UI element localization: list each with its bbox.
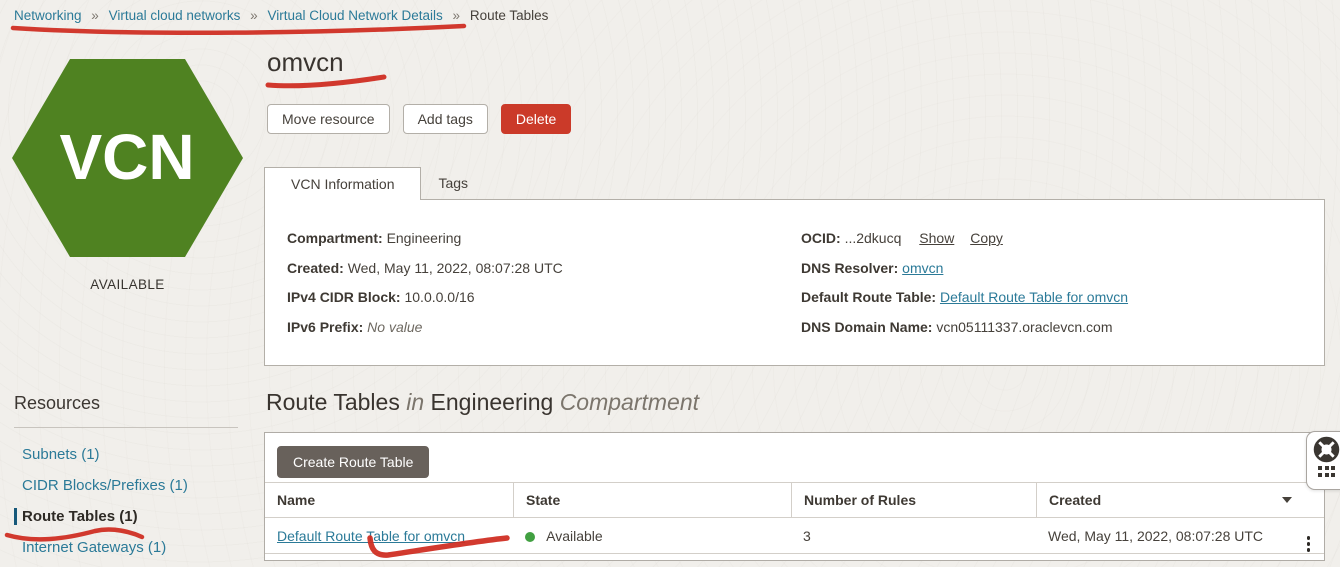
field-label: IPv4 CIDR Block: xyxy=(287,289,401,305)
info-row-created: Created: Wed, May 11, 2022, 08:07:28 UTC xyxy=(287,260,563,276)
vcn-information-panel: Compartment: Engineering Created: Wed, M… xyxy=(264,199,1325,366)
field-value: Engineering xyxy=(387,230,462,246)
app-grid-icon[interactable] xyxy=(1318,466,1335,477)
table-row: Default Route Table for omvcn Available … xyxy=(265,519,1324,554)
create-route-table-button[interactable]: Create Route Table xyxy=(277,446,429,478)
state-label: Available xyxy=(546,528,603,544)
cell-created: Wed, May 11, 2022, 08:07:28 UTC xyxy=(1036,528,1324,544)
info-column-left: Compartment: Engineering Created: Wed, M… xyxy=(287,230,563,348)
field-label: Default Route Table: xyxy=(801,289,936,305)
add-tags-button[interactable]: Add tags xyxy=(403,104,488,134)
breadcrumb-separator: » xyxy=(453,8,461,23)
breadcrumb-vcn-details[interactable]: Virtual Cloud Network Details xyxy=(267,8,442,23)
field-label: IPv6 Prefix: xyxy=(287,319,363,335)
breadcrumb-route-tables: Route Tables xyxy=(470,8,549,23)
table-header-row: Name State Number of Rules Created xyxy=(265,482,1324,518)
vcn-hexagon-icon: VCN xyxy=(12,59,243,257)
info-row-dns-domain: DNS Domain Name: vcn05111337.oraclevcn.c… xyxy=(801,319,1128,335)
field-label: OCID: xyxy=(801,230,841,246)
tab-vcn-information[interactable]: VCN Information xyxy=(264,167,421,200)
resources-sidebar: Resources Subnets (1) CIDR Blocks/Prefix… xyxy=(14,393,242,567)
breadcrumb: Networking » Virtual cloud networks » Vi… xyxy=(14,8,548,23)
move-resource-button[interactable]: Move resource xyxy=(267,104,390,134)
breadcrumb-separator: » xyxy=(91,8,99,23)
available-status-dot xyxy=(525,532,535,542)
sidebar-item-label: Route Tables (1) xyxy=(22,508,138,525)
status-label: AVAILABLE xyxy=(12,277,243,292)
breadcrumb-virtual-cloud-networks[interactable]: Virtual cloud networks xyxy=(109,8,241,23)
section-heading: Route Tables in Engineering Compartment xyxy=(266,389,699,416)
section-heading-compartment-name: Engineering xyxy=(431,389,554,415)
tab-bar: VCN Information Tags xyxy=(264,167,485,200)
cell-state: Available xyxy=(513,528,791,544)
field-label: DNS Resolver: xyxy=(801,260,898,276)
field-value: vcn05111337.oraclevcn.com xyxy=(936,319,1112,335)
field-value: ...2dkucq xyxy=(845,230,902,246)
info-row-compartment: Compartment: Engineering xyxy=(287,230,563,246)
info-row-ipv4-cidr: IPv4 CIDR Block: 10.0.0.0/16 xyxy=(287,289,563,305)
default-route-table-link[interactable]: Default Route Table for omvcn xyxy=(940,289,1128,305)
annotation-breadcrumb-underline xyxy=(13,26,464,33)
info-row-ipv6-prefix: IPv6 Prefix: No value xyxy=(287,319,563,335)
route-table-link[interactable]: Default Route Table for omvcn xyxy=(277,528,465,544)
column-header-created[interactable]: Created xyxy=(1036,483,1324,518)
sidebar-item-subnets[interactable]: Subnets (1) xyxy=(14,446,242,463)
sidebar-item-label: Subnets (1) xyxy=(22,446,100,463)
sort-descending-icon[interactable] xyxy=(1282,497,1292,503)
help-lifebuoy-icon[interactable] xyxy=(1313,436,1340,463)
field-label: DNS Domain Name: xyxy=(801,319,932,335)
sidebar-item-internet-gateways[interactable]: Internet Gateways (1) xyxy=(14,539,242,556)
field-label: Compartment: xyxy=(287,230,383,246)
column-header-state[interactable]: State xyxy=(513,483,791,518)
tab-tags[interactable]: Tags xyxy=(421,167,485,200)
sidebar-item-label: CIDR Blocks/Prefixes (1) xyxy=(22,477,188,494)
field-value: No value xyxy=(367,319,422,335)
column-header-label: Created xyxy=(1049,492,1101,508)
vcn-icon-label: VCN xyxy=(59,121,194,193)
info-row-ocid: OCID: ...2dkucq Show Copy xyxy=(801,230,1128,246)
floating-help-widget[interactable] xyxy=(1306,431,1340,490)
created-value: Wed, May 11, 2022, 08:07:28 UTC xyxy=(1048,528,1263,544)
delete-button[interactable]: Delete xyxy=(501,104,571,134)
field-value: Wed, May 11, 2022, 08:07:28 UTC xyxy=(348,260,563,276)
annotation-title-underline xyxy=(268,77,384,86)
sidebar-item-cidr-blocks[interactable]: CIDR Blocks/Prefixes (1) xyxy=(14,477,242,494)
divider xyxy=(14,427,238,428)
breadcrumb-separator: » xyxy=(250,8,258,23)
page-title: omvcn xyxy=(267,47,344,78)
section-heading-compartment: Compartment xyxy=(560,389,699,415)
oci-console-page: Networking » Virtual cloud networks » Vi… xyxy=(0,0,1340,567)
row-actions-kebab-menu[interactable] xyxy=(1307,536,1311,552)
info-row-dns-resolver: DNS Resolver: omvcn xyxy=(801,260,1128,276)
action-buttons: Move resource Add tags Delete xyxy=(267,104,571,134)
column-header-number-of-rules[interactable]: Number of Rules xyxy=(791,483,1036,518)
info-row-default-route-table: Default Route Table: Default Route Table… xyxy=(801,289,1128,305)
ocid-copy-link[interactable]: Copy xyxy=(970,230,1003,246)
field-label: Created: xyxy=(287,260,344,276)
dns-resolver-link[interactable]: omvcn xyxy=(902,260,943,276)
section-heading-route-tables: Route Tables xyxy=(266,389,400,415)
cell-number-of-rules: 3 xyxy=(791,528,1036,544)
info-column-right: OCID: ...2dkucq Show Copy DNS Resolver: … xyxy=(801,230,1128,348)
sidebar-item-label: Internet Gateways (1) xyxy=(22,539,166,556)
column-header-name[interactable]: Name xyxy=(265,483,513,518)
section-heading-in: in xyxy=(406,389,424,415)
resources-heading: Resources xyxy=(14,393,242,414)
sidebar-item-route-tables[interactable]: Route Tables (1) xyxy=(14,508,242,525)
cell-name: Default Route Table for omvcn xyxy=(265,528,513,544)
field-value: 10.0.0.0/16 xyxy=(404,289,474,305)
route-tables-card: Create Route Table Name State Number of … xyxy=(264,432,1325,561)
breadcrumb-networking[interactable]: Networking xyxy=(14,8,82,23)
ocid-show-link[interactable]: Show xyxy=(919,230,954,246)
